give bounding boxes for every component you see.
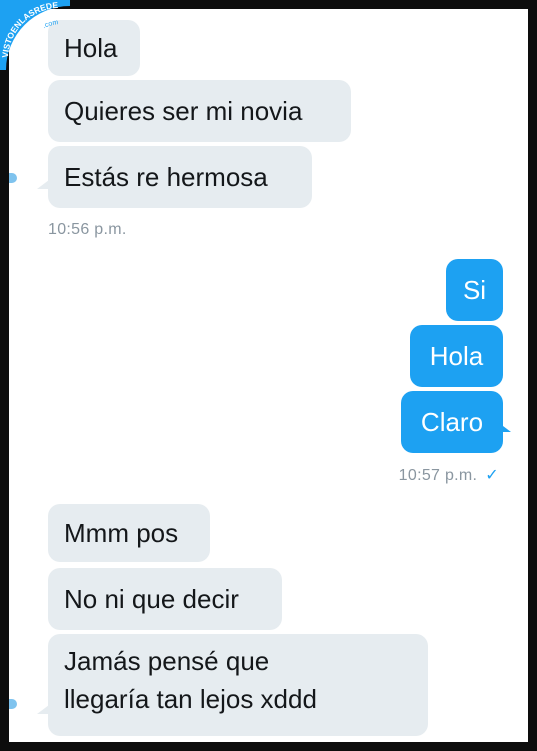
vistoenlasredes-watermark: VISTOENLASREDES .com: [0, 0, 70, 70]
timestamp-text: 10:57 p.m.: [398, 467, 478, 484]
incoming-message[interactable]: Quieres ser mi novia: [48, 80, 351, 142]
incoming-bubble-tail: [37, 180, 49, 189]
incoming-message[interactable]: Mmm pos: [48, 504, 210, 562]
read-receipt-check-icon: ✓: [485, 467, 499, 484]
svg-text:.com: .com: [42, 19, 59, 30]
incoming-message[interactable]: Jamás pensé que llegaría tan lejos xddd: [48, 634, 428, 736]
timestamp: 10:56 p.m.: [48, 221, 127, 238]
outgoing-bubble-tail: [499, 423, 511, 432]
outgoing-message[interactable]: Hola: [410, 325, 503, 387]
outgoing-message[interactable]: Claro: [401, 391, 503, 453]
watermark-suffix: .com: [42, 19, 59, 30]
incoming-message[interactable]: Estás re hermosa: [48, 146, 312, 208]
edge-indicator: [9, 699, 17, 709]
outgoing-message[interactable]: Si: [446, 259, 503, 321]
dm-conversation-screen: Hola Quieres ser mi novia Estás re hermo…: [9, 9, 528, 742]
edge-indicator: [9, 173, 17, 183]
incoming-bubble-tail: [37, 705, 49, 714]
incoming-message[interactable]: No ni que decir: [48, 568, 282, 630]
timestamp: 10:57 p.m. ✓: [399, 465, 499, 485]
